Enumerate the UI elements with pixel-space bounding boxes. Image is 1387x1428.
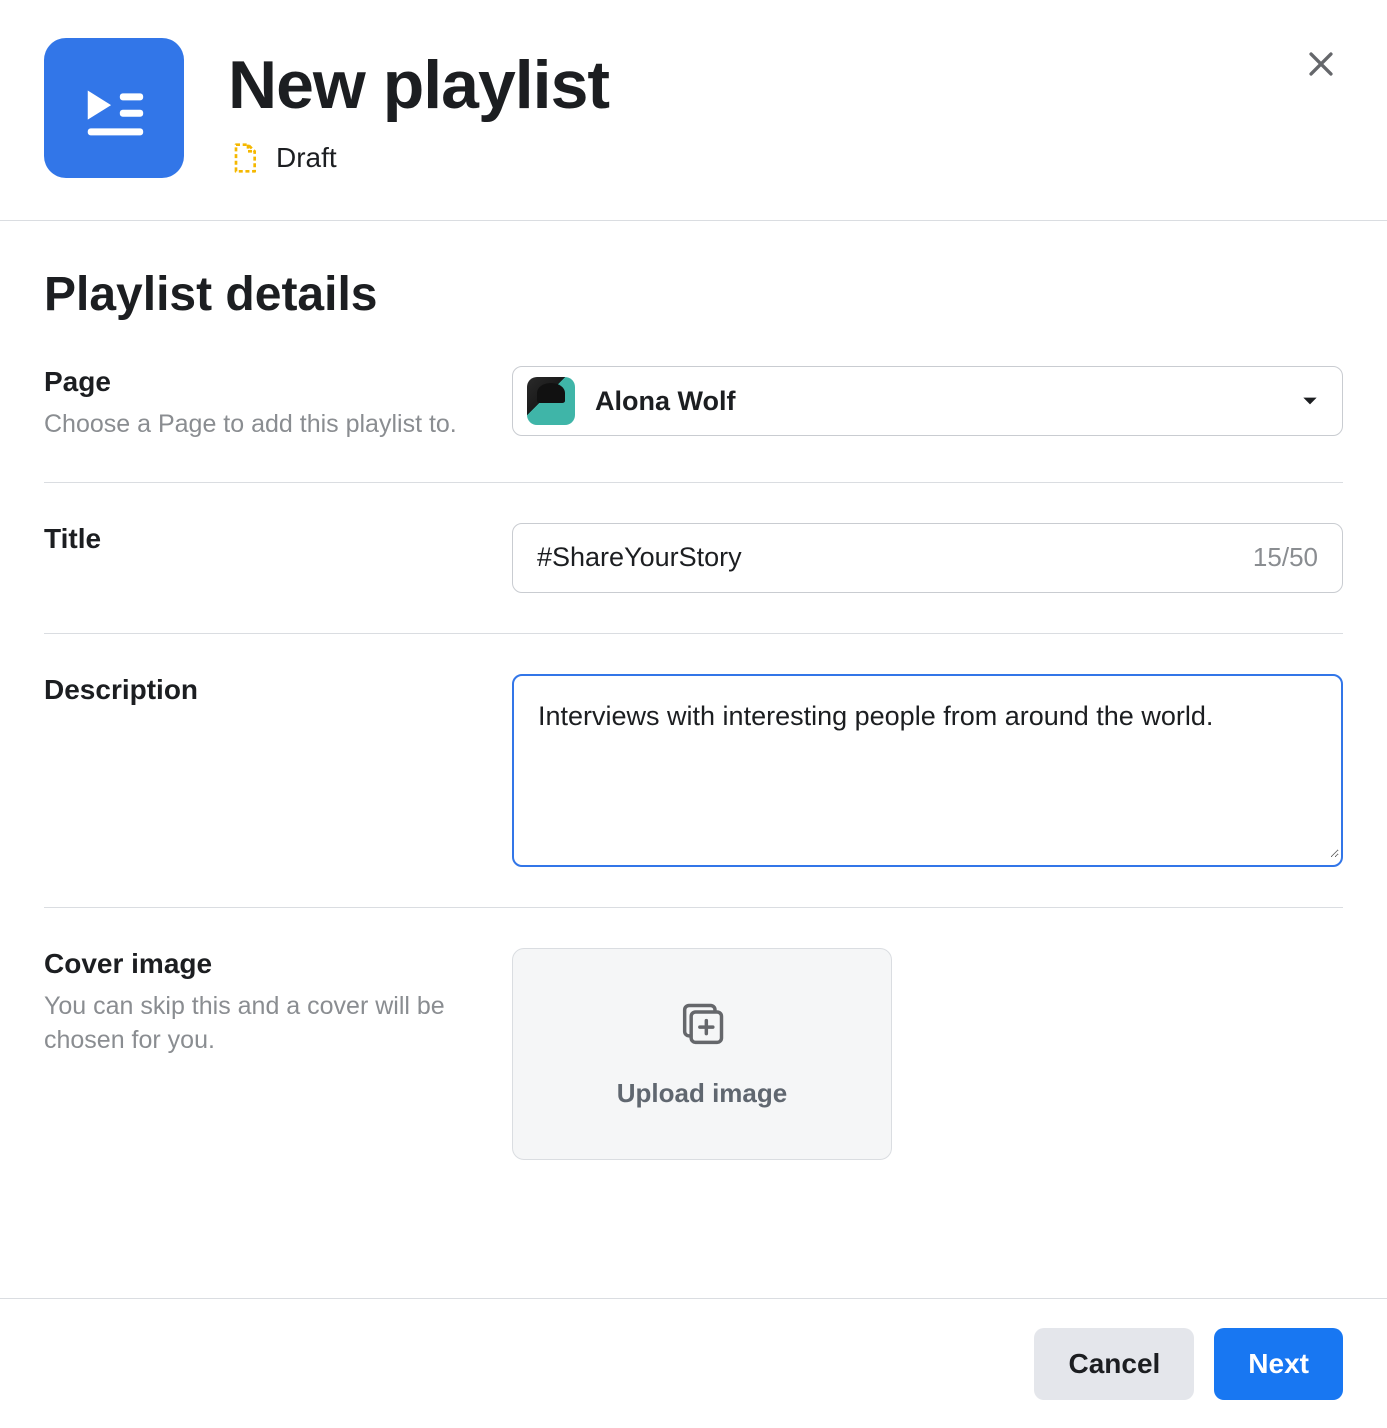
dialog-title: New playlist [228, 46, 609, 124]
description-textarea[interactable] [516, 678, 1339, 858]
caret-down-icon [1300, 391, 1320, 411]
draft-status-icon [228, 142, 260, 174]
status-label: Draft [276, 142, 337, 174]
page-selected-name: Alona Wolf [595, 386, 1300, 417]
cover-row: Cover image You can skip this and a cove… [44, 948, 1343, 1200]
description-row: Description [44, 674, 1343, 908]
cover-label: Cover image [44, 948, 488, 980]
playlist-app-icon [44, 38, 184, 178]
description-wrap [512, 674, 1343, 867]
page-select[interactable]: Alona Wolf [512, 366, 1343, 436]
title-char-count: 15/50 [1253, 542, 1318, 573]
title-label: Title [44, 523, 488, 555]
cancel-button[interactable]: Cancel [1034, 1328, 1194, 1400]
page-row: Page Choose a Page to add this playlist … [44, 366, 1343, 483]
title-input-wrap: 15/50 [512, 523, 1343, 593]
page-hint: Choose a Page to add this playlist to. [44, 408, 488, 442]
next-button[interactable]: Next [1214, 1328, 1343, 1400]
close-icon [1304, 47, 1338, 81]
title-input[interactable] [537, 542, 1239, 573]
close-button[interactable] [1293, 36, 1349, 92]
section-heading: Playlist details [44, 267, 1343, 322]
cover-hint: You can skip this and a cover will be ch… [44, 990, 488, 1058]
title-row: Title 15/50 [44, 523, 1343, 634]
page-label: Page [44, 366, 488, 398]
dialog-header: New playlist Draft [0, 0, 1387, 221]
upload-image-button[interactable]: Upload image [512, 948, 892, 1160]
page-avatar [527, 377, 575, 425]
upload-image-icon [676, 999, 728, 1056]
upload-image-label: Upload image [617, 1078, 787, 1109]
description-label: Description [44, 674, 488, 706]
dialog-footer: Cancel Next [0, 1298, 1387, 1428]
